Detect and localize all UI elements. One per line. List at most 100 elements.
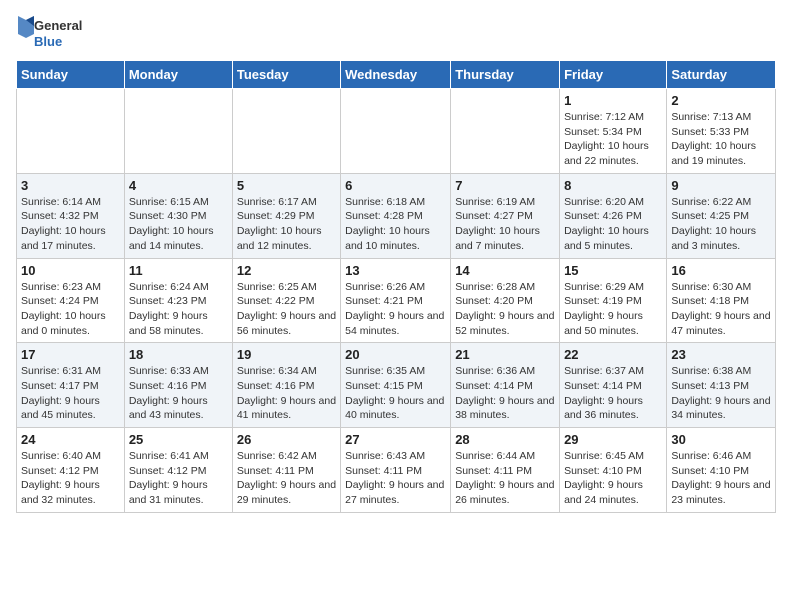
calendar-cell: 12 Sunrise: 6:25 AM Sunset: 4:22 PM Dayli…	[232, 258, 340, 343]
calendar-cell: 6 Sunrise: 6:18 AM Sunset: 4:28 PM Daylig…	[341, 173, 451, 258]
calendar: SundayMondayTuesdayWednesdayThursdayFrid…	[16, 60, 776, 513]
calendar-cell: 9Sunrise: 6:22 AM Sunset: 4:25 PM Daylig…	[667, 173, 776, 258]
day-number: 16	[671, 263, 771, 278]
calendar-cell: 24Sunrise: 6:40 AM Sunset: 4:12 PM Dayli…	[17, 428, 125, 513]
header-sunday: Sunday	[17, 61, 125, 89]
calendar-week-5: 24Sunrise: 6:40 AM Sunset: 4:12 PM Dayli…	[17, 428, 776, 513]
calendar-cell: 30 Sunrise: 6:46 AM Sunset: 4:10 PM Dayli…	[667, 428, 776, 513]
calendar-cell: 20Sunrise: 6:35 AM Sunset: 4:15 PM Dayli…	[341, 343, 451, 428]
day-number: 1	[564, 93, 662, 108]
day-number: 10	[21, 263, 120, 278]
day-detail: Sunrise: 6:15 AM Sunset: 4:30 PM Dayligh…	[129, 195, 228, 254]
day-detail: Sunrise: 6:29 AM Sunset: 4:19 PM Dayligh…	[564, 280, 662, 339]
day-number: 9	[671, 178, 771, 193]
day-detail: Sunrise: 6:43 AM Sunset: 4:11 PM Dayligh…	[345, 449, 446, 508]
day-detail: Sunrise: 6:40 AM Sunset: 4:12 PM Dayligh…	[21, 449, 120, 508]
calendar-cell: 29 Sunrise: 6:45 AM Sunset: 4:10 PM Dayli…	[560, 428, 667, 513]
calendar-cell: 23Sunrise: 6:38 AM Sunset: 4:13 PM Dayli…	[667, 343, 776, 428]
day-detail: Sunrise: 7:13 AM Sunset: 5:33 PM Dayligh…	[671, 110, 771, 169]
day-detail: Sunrise: 6:45 AM Sunset: 4:10 PM Dayligh…	[564, 449, 662, 508]
calendar-cell: 7 Sunrise: 6:19 AM Sunset: 4:27 PM Daylig…	[451, 173, 560, 258]
day-number: 30	[671, 432, 771, 447]
calendar-cell: 13 Sunrise: 6:26 AM Sunset: 4:21 PM Dayli…	[341, 258, 451, 343]
calendar-cell: 15 Sunrise: 6:29 AM Sunset: 4:19 PM Dayli…	[560, 258, 667, 343]
day-number: 23	[671, 347, 771, 362]
day-number: 13	[345, 263, 446, 278]
calendar-week-1: 1 Sunrise: 7:12 AM Sunset: 5:34 PM Daylig…	[17, 89, 776, 174]
calendar-cell: 4 Sunrise: 6:15 AM Sunset: 4:30 PM Daylig…	[124, 173, 232, 258]
day-number: 8	[564, 178, 662, 193]
calendar-cell: 16 Sunrise: 6:30 AM Sunset: 4:18 PM Dayli…	[667, 258, 776, 343]
calendar-cell: 19 Sunrise: 6:34 AM Sunset: 4:16 PM Dayli…	[232, 343, 340, 428]
calendar-cell	[124, 89, 232, 174]
calendar-cell	[17, 89, 125, 174]
day-detail: Sunrise: 6:28 AM Sunset: 4:20 PM Dayligh…	[455, 280, 555, 339]
day-number: 17	[21, 347, 120, 362]
calendar-cell: 28Sunrise: 6:44 AM Sunset: 4:11 PM Dayli…	[451, 428, 560, 513]
calendar-cell	[232, 89, 340, 174]
day-detail: Sunrise: 6:14 AM Sunset: 4:32 PM Dayligh…	[21, 195, 120, 254]
day-number: 12	[237, 263, 336, 278]
header-thursday: Thursday	[451, 61, 560, 89]
day-number: 19	[237, 347, 336, 362]
day-detail: Sunrise: 6:24 AM Sunset: 4:23 PM Dayligh…	[129, 280, 228, 339]
calendar-cell: 11 Sunrise: 6:24 AM Sunset: 4:23 PM Dayli…	[124, 258, 232, 343]
calendar-cell: 3Sunrise: 6:14 AM Sunset: 4:32 PM Daylig…	[17, 173, 125, 258]
calendar-cell	[341, 89, 451, 174]
day-number: 22	[564, 347, 662, 362]
day-number: 21	[455, 347, 555, 362]
calendar-cell: 14 Sunrise: 6:28 AM Sunset: 4:20 PM Dayli…	[451, 258, 560, 343]
calendar-cell: 10 Sunrise: 6:23 AM Sunset: 4:24 PM Dayli…	[17, 258, 125, 343]
header-monday: Monday	[124, 61, 232, 89]
day-number: 14	[455, 263, 555, 278]
day-detail: Sunrise: 6:30 AM Sunset: 4:18 PM Dayligh…	[671, 280, 771, 339]
day-detail: Sunrise: 6:34 AM Sunset: 4:16 PM Dayligh…	[237, 364, 336, 423]
header: GeneralBlue	[16, 16, 776, 52]
day-number: 7	[455, 178, 555, 193]
day-number: 4	[129, 178, 228, 193]
day-detail: Sunrise: 6:31 AM Sunset: 4:17 PM Dayligh…	[21, 364, 120, 423]
day-detail: Sunrise: 6:42 AM Sunset: 4:11 PM Dayligh…	[237, 449, 336, 508]
header-friday: Friday	[560, 61, 667, 89]
calendar-cell: 21 Sunrise: 6:36 AM Sunset: 4:14 PM Dayli…	[451, 343, 560, 428]
svg-text:General: General	[34, 18, 82, 33]
header-saturday: Saturday	[667, 61, 776, 89]
day-detail: Sunrise: 6:46 AM Sunset: 4:10 PM Dayligh…	[671, 449, 771, 508]
calendar-cell: 2 Sunrise: 7:13 AM Sunset: 5:33 PM Daylig…	[667, 89, 776, 174]
day-detail: Sunrise: 6:36 AM Sunset: 4:14 PM Dayligh…	[455, 364, 555, 423]
calendar-cell	[451, 89, 560, 174]
day-detail: Sunrise: 6:26 AM Sunset: 4:21 PM Dayligh…	[345, 280, 446, 339]
calendar-cell: 17 Sunrise: 6:31 AM Sunset: 4:17 PM Dayli…	[17, 343, 125, 428]
day-number: 28	[455, 432, 555, 447]
header-tuesday: Tuesday	[232, 61, 340, 89]
day-number: 27	[345, 432, 446, 447]
svg-text:Blue: Blue	[34, 34, 62, 49]
day-number: 6	[345, 178, 446, 193]
day-detail: Sunrise: 6:19 AM Sunset: 4:27 PM Dayligh…	[455, 195, 555, 254]
calendar-week-3: 10 Sunrise: 6:23 AM Sunset: 4:24 PM Dayli…	[17, 258, 776, 343]
day-number: 18	[129, 347, 228, 362]
calendar-cell: 18Sunrise: 6:33 AM Sunset: 4:16 PM Dayli…	[124, 343, 232, 428]
calendar-cell: 5 Sunrise: 6:17 AM Sunset: 4:29 PM Daylig…	[232, 173, 340, 258]
day-number: 5	[237, 178, 336, 193]
calendar-cell: 1 Sunrise: 7:12 AM Sunset: 5:34 PM Daylig…	[560, 89, 667, 174]
day-number: 20	[345, 347, 446, 362]
calendar-week-4: 17 Sunrise: 6:31 AM Sunset: 4:17 PM Dayli…	[17, 343, 776, 428]
calendar-cell: 27 Sunrise: 6:43 AM Sunset: 4:11 PM Dayli…	[341, 428, 451, 513]
day-number: 25	[129, 432, 228, 447]
day-detail: Sunrise: 6:20 AM Sunset: 4:26 PM Dayligh…	[564, 195, 662, 254]
day-detail: Sunrise: 6:18 AM Sunset: 4:28 PM Dayligh…	[345, 195, 446, 254]
day-detail: Sunrise: 7:12 AM Sunset: 5:34 PM Dayligh…	[564, 110, 662, 169]
day-detail: Sunrise: 6:17 AM Sunset: 4:29 PM Dayligh…	[237, 195, 336, 254]
day-number: 29	[564, 432, 662, 447]
day-detail: Sunrise: 6:37 AM Sunset: 4:14 PM Dayligh…	[564, 364, 662, 423]
day-number: 2	[671, 93, 771, 108]
day-number: 11	[129, 263, 228, 278]
day-detail: Sunrise: 6:41 AM Sunset: 4:12 PM Dayligh…	[129, 449, 228, 508]
day-detail: Sunrise: 6:25 AM Sunset: 4:22 PM Dayligh…	[237, 280, 336, 339]
calendar-cell: 25 Sunrise: 6:41 AM Sunset: 4:12 PM Dayli…	[124, 428, 232, 513]
day-detail: Sunrise: 6:23 AM Sunset: 4:24 PM Dayligh…	[21, 280, 120, 339]
day-number: 15	[564, 263, 662, 278]
logo-svg: GeneralBlue	[16, 16, 96, 52]
calendar-header-row: SundayMondayTuesdayWednesdayThursdayFrid…	[17, 61, 776, 89]
